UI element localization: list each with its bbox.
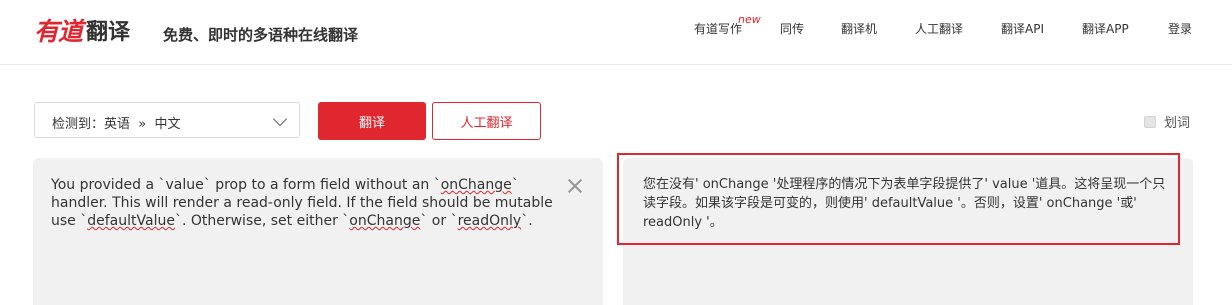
logo[interactable]: 有道 翻译 [34,14,130,46]
nav-simultaneous[interactable]: 同传 [780,20,804,38]
header: 有道 翻译 免费、即时的多语种在线翻译 有道写作 new 同传 翻译机 人工翻译… [0,0,1232,65]
highlight-box [617,153,1180,245]
nav-youdao-writing[interactable]: 有道写作 [694,20,742,38]
source-text-spell: readOnly [457,213,522,229]
nav-translator-device[interactable]: 翻译机 [841,20,877,38]
language-select[interactable]: 检测到：英语 » 中文 [34,102,300,138]
source-text-part: `. [521,213,533,229]
nav-app[interactable]: 翻译APP [1082,20,1129,38]
source-text-spell: onChange [440,177,512,193]
new-badge: new [738,13,761,26]
word-select-toggle[interactable]: 划词 [1144,112,1190,131]
source-text-part: `. Otherwise, set either ` [174,213,350,229]
language-select-value: 检测到：英语 » 中文 [52,117,181,132]
translate-button[interactable]: 翻译 [318,102,426,140]
source-text-spell: defaultValue [87,213,175,229]
slogan: 免费、即时的多语种在线翻译 [163,26,359,44]
nav-api[interactable]: 翻译API [1001,20,1044,38]
close-icon[interactable] [567,178,583,194]
source-panel[interactable]: You provided a `value` prop to a form fi… [33,158,603,305]
source-text-part: ` or ` [420,213,458,229]
chevron-down-icon [272,111,288,127]
source-text-spell: onChange [349,213,421,229]
logo-brand: 有道 [34,17,83,46]
nav-login[interactable]: 登录 [1168,20,1192,38]
source-text[interactable]: You provided a `value` prop to a form fi… [51,176,561,230]
source-text-part: You provided a `value` prop to a form fi… [51,177,441,193]
checkbox-icon[interactable] [1144,115,1156,128]
nav-human-translation[interactable]: 人工翻译 [915,20,963,38]
logo-fanyi: 翻译 [86,20,131,45]
human-translate-button[interactable]: 人工翻译 [432,102,541,140]
word-select-label: 划词 [1164,116,1191,131]
